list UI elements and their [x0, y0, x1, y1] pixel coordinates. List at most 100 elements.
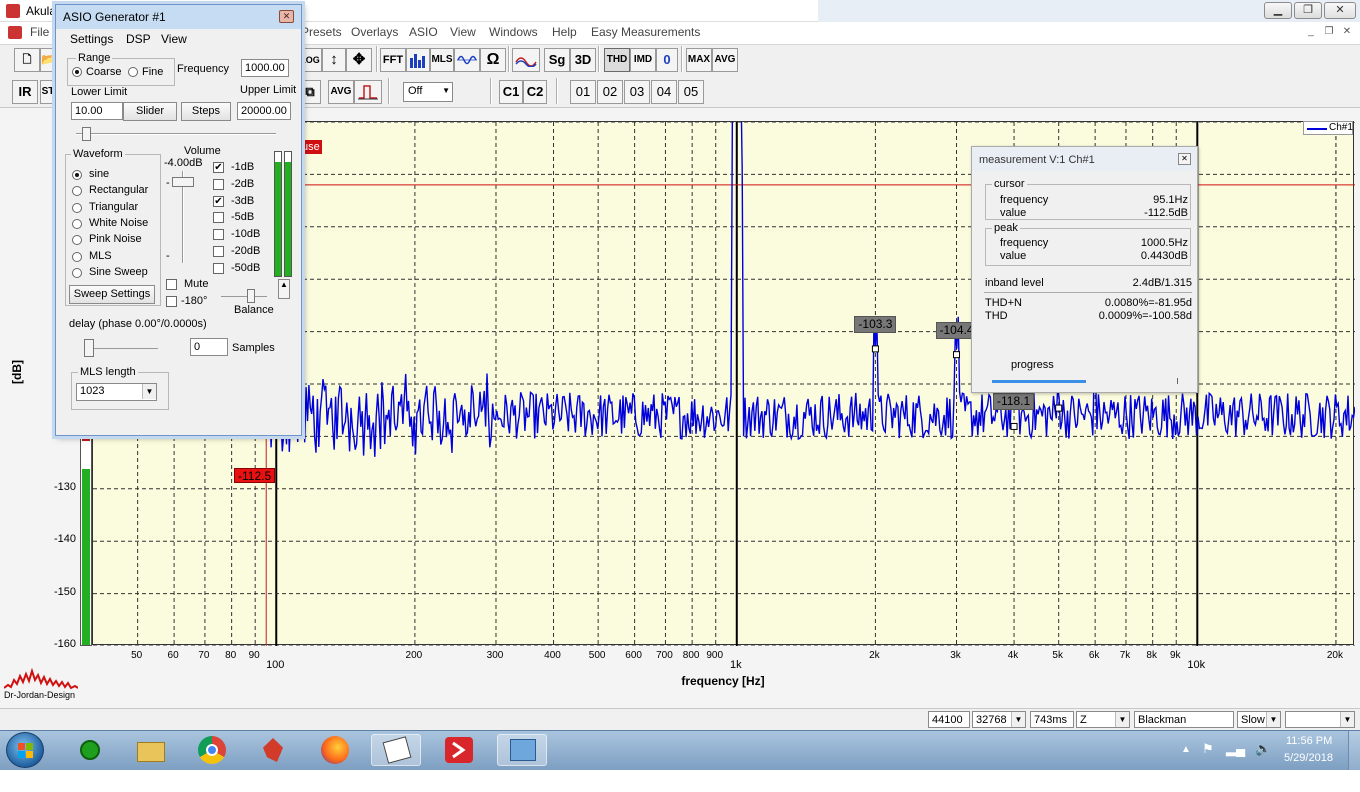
menu-help[interactable]: Help [552, 25, 577, 39]
zero-button[interactable]: 0 [656, 48, 678, 72]
waveform-radio-sine[interactable] [72, 170, 82, 180]
mdi-minimize-button[interactable]: _ [1303, 26, 1319, 39]
volume-step-checkbox-2db[interactable] [213, 178, 224, 190]
fft-button[interactable]: FFT [380, 48, 406, 72]
delay-slider-thumb[interactable] [84, 339, 94, 357]
impedance-ohm-icon[interactable]: Ω [480, 48, 506, 72]
delay-slider-track[interactable] [86, 348, 158, 350]
clock-date[interactable]: 5/29/2018 [1284, 752, 1333, 764]
volume-step-checkbox-50db[interactable] [213, 262, 224, 274]
waveform-compare-icon[interactable] [512, 48, 540, 72]
samples-input[interactable] [190, 338, 228, 356]
coarse-radio[interactable] [72, 67, 82, 77]
pan-icon[interactable]: ✥ [346, 48, 372, 72]
show-desktop-button[interactable] [1348, 731, 1360, 770]
generator-title-bar[interactable]: ASIO Generator #1 ✕ [56, 5, 301, 29]
preset-01-button[interactable]: 01 [570, 80, 596, 104]
extra-select[interactable]: ▼ [1285, 711, 1355, 728]
volume-step-checkbox-3db[interactable]: ✔ [213, 195, 224, 207]
vertical-move-icon[interactable]: ↕ [322, 48, 346, 72]
menu-windows[interactable]: Windows [489, 25, 538, 39]
mls-length-select[interactable]: 1023 ▼ [76, 383, 157, 401]
file-explorer-icon[interactable] [129, 734, 173, 766]
steps-button[interactable]: Steps [181, 102, 231, 121]
c2-button[interactable]: C2 [523, 80, 547, 104]
copy-icon[interactable]: ⧉ [299, 80, 321, 104]
menu-view[interactable]: View [450, 25, 476, 39]
action-center-flag-icon[interactable]: ⚑ [1202, 741, 1214, 757]
gen-menu-view[interactable]: View [161, 32, 187, 46]
minimize-button[interactable]: ▁ [1264, 2, 1292, 19]
waveform-radio-mls[interactable] [72, 251, 82, 262]
mode-z-select[interactable]: Z ▼ [1076, 711, 1130, 728]
lower-limit-input[interactable] [71, 102, 123, 120]
volume-step-checkbox-1db[interactable]: ✔ [213, 162, 224, 173]
thd-button[interactable]: THD [604, 48, 630, 72]
ir-button[interactable]: IR [12, 80, 38, 104]
red-bird-app-icon[interactable] [251, 734, 295, 766]
balance-slider-thumb[interactable] [247, 289, 255, 303]
network-signal-icon[interactable]: ▂▄ [1226, 741, 1245, 757]
volume-step-checkbox-10db[interactable] [213, 229, 224, 241]
upper-limit-input[interactable] [237, 102, 291, 120]
gen-menu-dsp[interactable]: DSP [126, 32, 151, 46]
avg-button-2[interactable]: AVG [328, 80, 354, 104]
menu-asio[interactable]: ASIO [409, 25, 438, 39]
tray-expand-icon[interactable]: ▲ [1181, 744, 1191, 755]
mdi-close-button[interactable]: ✕ [1339, 26, 1355, 39]
close-button[interactable]: ✕ [1324, 2, 1356, 19]
imd-button[interactable]: IMD [630, 48, 656, 72]
max-button[interactable]: MAX [686, 48, 712, 72]
mode-select[interactable]: Off ▼ [403, 82, 453, 102]
preset-05-button[interactable]: 05 [678, 80, 704, 104]
waveform-radio-triangular[interactable] [72, 202, 82, 213]
mute-checkbox[interactable] [166, 279, 177, 290]
3d-button[interactable]: 3D [570, 48, 596, 72]
waveform-radio-white-noise[interactable] [72, 218, 82, 229]
menu-easy-measurements[interactable]: Easy Measurements [591, 25, 700, 39]
fft-size-select[interactable]: 32768 ▼ [972, 711, 1026, 728]
chrome-icon[interactable] [190, 734, 234, 766]
pulse-trigger-icon[interactable] [354, 80, 382, 104]
volume-step-checkbox-20db[interactable] [213, 246, 224, 257]
akula-taskbar-icon[interactable] [371, 734, 421, 766]
frequency-input[interactable] [241, 59, 289, 77]
slider-button[interactable]: Slider [123, 102, 177, 121]
sweep-wave-icon[interactable] [454, 48, 480, 72]
frequency-slider-thumb[interactable] [82, 127, 91, 141]
frequency-slider-track[interactable] [76, 133, 276, 135]
restore-button[interactable]: ❐ [1294, 2, 1322, 19]
sweep-settings-button[interactable]: Sweep Settings [69, 285, 155, 304]
volume-slider-thumb[interactable] [172, 177, 194, 187]
new-file-icon[interactable]: 🗋 [14, 48, 40, 72]
volume-step-checkbox-5db[interactable] [213, 212, 224, 224]
start-button[interactable] [6, 732, 44, 768]
preset-04-button[interactable]: 04 [651, 80, 677, 104]
waveform-radio-sine-sweep[interactable] [72, 267, 82, 278]
measurement-close-button[interactable]: ✕ [1178, 153, 1191, 165]
red-arrow-app-icon[interactable] [437, 734, 481, 766]
menu-overlays[interactable]: Overlays [351, 25, 398, 39]
menu-file[interactable]: File [30, 25, 49, 39]
clock-time[interactable]: 11:56 PM [1286, 735, 1332, 747]
open-folder-icon[interactable]: 📂 [40, 48, 55, 72]
preset-02-button[interactable]: 02 [597, 80, 623, 104]
c1-button[interactable]: C1 [499, 80, 523, 104]
generator-close-button[interactable]: ✕ [279, 10, 294, 23]
mdi-restore-button[interactable]: ❐ [1321, 26, 1337, 39]
meter-scroll-up-icon[interactable]: ▲ [278, 279, 290, 299]
bar-spectrum-icon[interactable] [406, 48, 430, 72]
measurement-title-bar[interactable]: measurement V:1 Ch#1 ✕ [972, 147, 1197, 171]
taskbar-app-green-icon[interactable] [68, 734, 112, 766]
st-button[interactable]: ST [40, 80, 56, 104]
menu-presets[interactable]: Presets [301, 25, 342, 39]
gen-menu-settings[interactable]: Settings [70, 32, 113, 46]
sg-button[interactable]: Sg [544, 48, 570, 72]
fine-radio[interactable] [128, 67, 138, 77]
balance-slider-track[interactable] [221, 296, 267, 298]
speed-select[interactable]: Slow ▼ [1237, 711, 1281, 728]
firefox-icon[interactable] [313, 734, 357, 766]
control-panel-icon[interactable] [497, 734, 547, 766]
volume-speaker-icon[interactable]: 🔈 [1255, 741, 1271, 757]
preset-03-button[interactable]: 03 [624, 80, 650, 104]
